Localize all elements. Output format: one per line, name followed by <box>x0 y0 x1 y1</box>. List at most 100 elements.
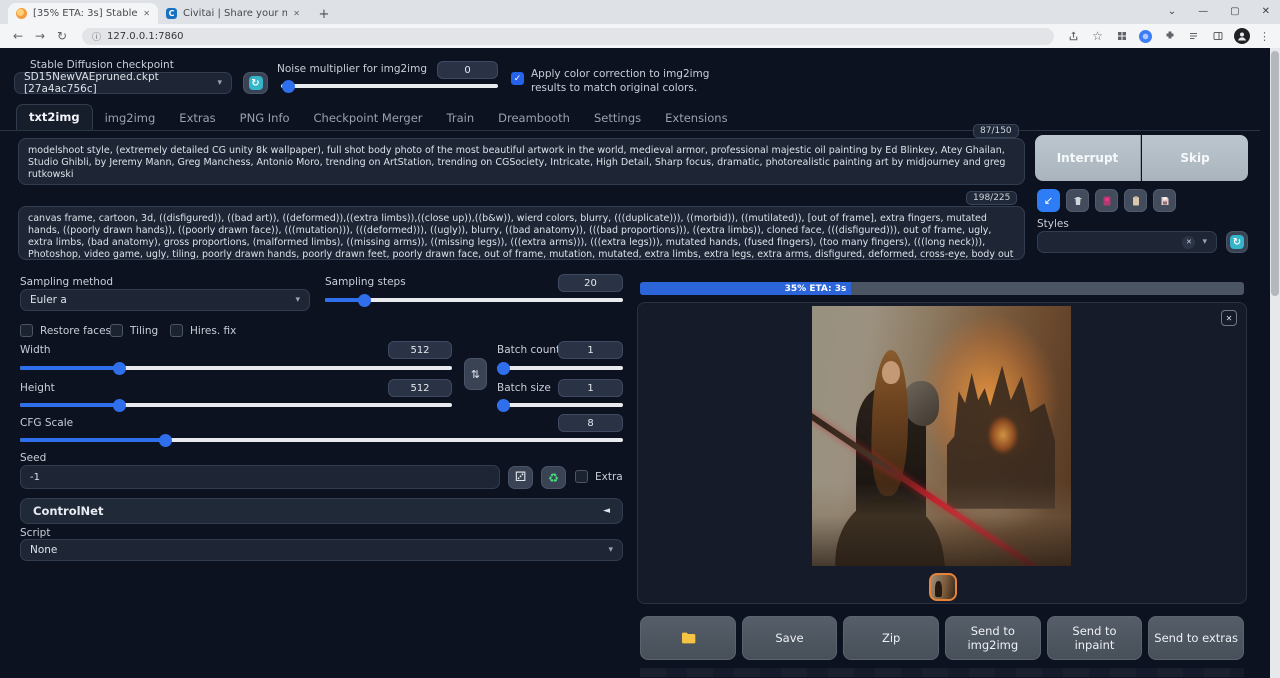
share-icon[interactable] <box>1066 29 1081 44</box>
tab-train[interactable]: Train <box>435 106 487 130</box>
hires-fix-label: Hires. fix <box>190 325 236 337</box>
script-value: None <box>30 544 57 556</box>
reload-icon[interactable]: ↻ <box>54 29 70 43</box>
browser-tab-civitai[interactable]: C Civitai | Share your models ✕ <box>158 3 308 24</box>
tab-settings[interactable]: Settings <box>582 106 653 130</box>
interrupt-button[interactable]: Interrupt <box>1035 135 1141 181</box>
sampling-method-dropdown[interactable]: Euler a ▾ <box>20 289 310 311</box>
height-slider[interactable] <box>20 403 452 407</box>
site-info-icon[interactable]: ⓘ <box>92 30 101 43</box>
sampling-steps-value[interactable]: 20 <box>558 274 623 292</box>
window-controls: ⌄ — ▢ ✕ <box>1168 0 1274 22</box>
save-button[interactable]: Save <box>742 616 838 660</box>
chevron-down-icon: ▾ <box>608 545 613 555</box>
clear-styles-icon[interactable]: ✕ <box>1182 236 1195 249</box>
negative-prompt-input[interactable]: canvas frame, cartoon, 3d, ((disfigured)… <box>18 206 1025 260</box>
extra-networks-button[interactable] <box>1095 189 1118 212</box>
address-bar[interactable]: ⓘ 127.0.0.1:7860 <box>82 28 1054 45</box>
zip-button[interactable]: Zip <box>843 616 939 660</box>
progress-bar: 35% ETA: 3s <box>640 282 1244 295</box>
checkbox-icon[interactable] <box>170 324 183 337</box>
bookmark-star-icon[interactable]: ☆ <box>1090 29 1105 44</box>
batch-count-value[interactable]: 1 <box>558 341 623 359</box>
clear-prompt-button[interactable] <box>1066 189 1089 212</box>
send-to-extras-button[interactable]: Send to extras <box>1148 616 1244 660</box>
extension-blue-icon[interactable] <box>1138 29 1153 44</box>
save-style-button[interactable] <box>1153 189 1176 212</box>
window-menu-icon[interactable]: ⌄ <box>1168 6 1176 17</box>
prompt-input[interactable]: modelshoot style, (extremely detailed CG… <box>18 138 1025 185</box>
scrollbar-thumb[interactable] <box>1271 51 1279 296</box>
random-seed-button[interactable]: ⚂ <box>508 466 533 489</box>
window-close-icon[interactable]: ✕ <box>1262 6 1270 17</box>
noise-multiplier-slider[interactable] <box>281 84 498 88</box>
window-maximize-icon[interactable]: ▢ <box>1230 6 1239 17</box>
page-scrollbar[interactable] <box>1270 48 1280 678</box>
refresh-checkpoint-button[interactable]: ↻ <box>243 72 268 94</box>
tab-extras[interactable]: Extras <box>167 106 227 130</box>
paste-generation-params-button[interactable]: ↙ <box>1037 189 1060 212</box>
window-minimize-icon[interactable]: — <box>1198 6 1208 17</box>
menu-kebab-icon[interactable]: ⋮ <box>1259 30 1270 43</box>
batch-size-slider[interactable] <box>497 403 623 407</box>
batch-size-value[interactable]: 1 <box>558 379 623 397</box>
swap-dimensions-button[interactable]: ⇅ <box>464 358 487 390</box>
tab-checkpoint-merger[interactable]: Checkpoint Merger <box>302 106 435 130</box>
extensions-puzzle-icon[interactable] <box>1162 29 1177 44</box>
tab-img2img[interactable]: img2img <box>93 106 168 130</box>
gallery-thumbnail[interactable] <box>929 573 957 601</box>
restore-faces-option[interactable]: Restore faces <box>20 324 111 337</box>
checkpoint-value: SD15NewVAEpruned.ckpt [27a4ac756c] <box>24 71 217 95</box>
extra-seed-option[interactable]: Extra <box>575 470 623 483</box>
browser-chrome: [35% ETA: 3s] Stable Diffusion ✕ C Civit… <box>0 0 1280 48</box>
sampling-steps-label: Sampling steps <box>325 276 406 288</box>
color-correction-option[interactable]: ✓ Apply color correction to img2img resu… <box>511 68 721 95</box>
side-panel-icon[interactable] <box>1210 29 1225 44</box>
checkpoint-dropdown[interactable]: SD15NewVAEpruned.ckpt [27a4ac756c] ▾ <box>14 72 232 94</box>
styles-dropdown[interactable]: ✕ ▾ <box>1037 231 1217 253</box>
tiling-option[interactable]: Tiling <box>110 324 158 337</box>
open-folder-button[interactable] <box>640 616 736 660</box>
refresh-styles-button[interactable]: ↻ <box>1226 231 1248 253</box>
sampling-steps-slider[interactable] <box>325 298 623 302</box>
checkbox-icon[interactable] <box>575 470 588 483</box>
height-value[interactable]: 512 <box>388 379 452 397</box>
new-tab-button[interactable]: + <box>314 4 334 24</box>
cfg-scale-value[interactable]: 8 <box>558 414 623 432</box>
batch-count-slider[interactable] <box>497 366 623 370</box>
checkbox-icon[interactable] <box>20 324 33 337</box>
tab-close-icon[interactable]: ✕ <box>143 9 150 18</box>
profile-avatar[interactable] <box>1234 28 1250 44</box>
tab-extensions[interactable]: Extensions <box>653 106 739 130</box>
script-dropdown[interactable]: None ▾ <box>20 539 623 561</box>
checkbox-icon[interactable] <box>110 324 123 337</box>
apply-style-button[interactable] <box>1124 189 1147 212</box>
tab-close-icon[interactable]: ✕ <box>293 9 300 18</box>
checkbox-checked-icon[interactable]: ✓ <box>511 72 524 85</box>
send-to-img2img-button[interactable]: Send to img2img <box>945 616 1041 660</box>
tab-png-info[interactable]: PNG Info <box>228 106 302 130</box>
tab-dreambooth[interactable]: Dreambooth <box>486 106 582 130</box>
reuse-seed-button[interactable]: ♻ <box>541 466 566 489</box>
recycle-icon: ♻ <box>548 471 559 485</box>
extra-label: Extra <box>595 471 623 483</box>
reading-list-icon[interactable] <box>1186 29 1201 44</box>
controlnet-accordion[interactable]: ControlNet ◄ <box>20 498 623 524</box>
cfg-scale-slider[interactable] <box>20 438 623 442</box>
apps-grid-icon[interactable] <box>1114 29 1129 44</box>
generated-image[interactable] <box>812 306 1071 566</box>
browser-tab-stable-diffusion[interactable]: [35% ETA: 3s] Stable Diffusion ✕ <box>8 3 158 24</box>
tab-txt2img[interactable]: txt2img <box>16 104 93 130</box>
forward-icon[interactable]: → <box>32 29 48 43</box>
back-icon[interactable]: ← <box>10 29 26 43</box>
seed-input[interactable] <box>20 465 500 489</box>
noise-multiplier-value[interactable]: 0 <box>437 61 498 79</box>
send-to-inpaint-button[interactable]: Send to inpaint <box>1047 616 1143 660</box>
close-gallery-icon[interactable]: ✕ <box>1221 310 1237 326</box>
width-slider[interactable] <box>20 366 452 370</box>
skip-button[interactable]: Skip <box>1142 135 1248 181</box>
width-value[interactable]: 512 <box>388 341 452 359</box>
chevron-down-icon: ▾ <box>217 78 222 88</box>
hires-fix-option[interactable]: Hires. fix <box>170 324 236 337</box>
refresh-icon: ↻ <box>249 76 263 90</box>
